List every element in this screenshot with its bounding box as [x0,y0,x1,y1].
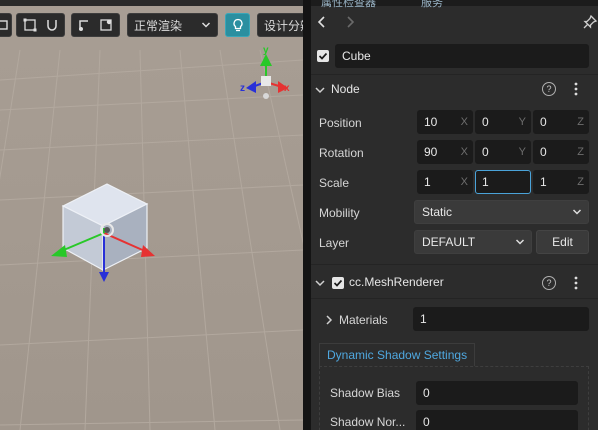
pivot-tools-group [71,13,120,37]
materials-label: Materials [339,313,388,327]
chevron-down-icon [315,87,325,94]
gizmo-z-cone[interactable] [246,81,256,93]
chevron-right-icon[interactable] [323,314,335,326]
position-x-input[interactable]: 10 X [417,110,473,134]
axis-z-label: Z [577,146,584,158]
shadow-bias-label: Shadow Bias [330,386,401,400]
mobility-value: Static [422,205,453,219]
forward-arrow-icon[interactable] [341,13,359,31]
lightbulb-icon [232,18,243,32]
history-nav-row [311,8,598,36]
node-active-checkbox[interactable] [317,50,329,62]
transform-handle[interactable] [45,200,175,290]
scale-z-value: 1 [540,175,547,189]
pivot-icon[interactable] [77,18,91,32]
rotation-x-input[interactable]: 90 X [417,140,473,164]
dynamic-shadow-settings-tab[interactable]: Dynamic Shadow Settings [319,343,475,366]
mesh-renderer-enabled-checkbox[interactable] [332,277,344,289]
mesh-renderer-title: cc.MeshRenderer [349,275,444,289]
mesh-renderer-section-header[interactable]: cc.MeshRenderer ? [311,267,598,297]
panel-splitter[interactable] [303,0,311,430]
rect-tool-icon [0,20,8,30]
render-mode-value: 正常渲染 [134,18,183,33]
render-mode-select[interactable]: 正常渲染 [127,13,218,37]
axis-z-label: Z [577,176,584,188]
divider [311,298,598,299]
axis-x-label: X [460,176,468,188]
mobility-select[interactable]: Static [414,200,589,224]
bounds-tool-icon[interactable] [23,18,37,32]
materials-count-input[interactable]: 1 [413,307,589,331]
transform-tools-group [16,13,65,37]
position-y-input[interactable]: 0Y [475,110,531,134]
layer-select[interactable]: DEFAULT [414,230,532,254]
coordinate-icon[interactable] [99,18,113,32]
chevron-down-icon [315,280,325,287]
node-name-input[interactable]: Cube [335,44,589,68]
chevron-down-icon [572,209,582,215]
rotation-z-input[interactable]: 0Z [533,140,589,164]
layer-label: Layer [319,236,350,250]
mobility-label: Mobility [319,206,360,220]
more-options-icon[interactable] [574,82,578,96]
gizmo-z-label: z [240,83,245,94]
help-icon[interactable]: ? [542,82,556,96]
scale-y-value: 1 [482,175,489,189]
rotation-label: Rotation [319,146,364,160]
scene-viewport[interactable]: 正常渲染 设计分辨率 y x z [0,0,303,430]
snap-magnet-icon[interactable] [45,18,59,32]
scene-top-strip [0,0,303,6]
inspector-panel: 属性检查器 服务 Cube Node ? Position 10 X 0Y 0Z … [311,0,598,430]
design-resolution-label: 设计分辨率 [264,18,303,33]
axis-y-label: Y [518,146,526,158]
scale-x-value: 1 [424,175,431,189]
chevron-down-icon [515,239,525,245]
design-resolution-button[interactable]: 设计分辨率 [257,13,303,37]
axis-x-label: X [460,116,468,128]
position-y-value: 0 [482,115,489,129]
rect-tool-button[interactable] [0,13,12,37]
shadow-normal-bias-label: Shadow Nor... [330,415,406,429]
node-section-header[interactable]: Node ? [311,74,598,104]
shadow-bias-input[interactable]: 0 [416,381,578,405]
axis-x-label: X [460,146,468,158]
back-arrow-icon[interactable] [313,13,331,31]
gizmo-x-label: x [284,83,290,94]
axis-z-label: Z [577,116,584,128]
rotation-x-value: 90 [424,145,438,159]
node-section-title: Node [331,82,360,96]
check-icon [318,52,328,60]
inspector-tab-strip: 属性检查器 服务 [311,0,598,9]
help-icon[interactable]: ? [542,276,556,290]
axis-y-label: Y [518,116,526,128]
layer-edit-button[interactable]: Edit [536,230,589,254]
pin-icon[interactable] [581,13,598,31]
position-x-value: 10 [424,115,438,129]
gizmo-y-label: y [263,45,269,56]
layer-value: DEFAULT [422,235,476,249]
more-options-icon[interactable] [574,276,578,290]
position-z-value: 0 [540,115,547,129]
node-name-row: Cube [311,42,598,70]
scene-light-button[interactable] [225,13,250,37]
position-label: Position [319,116,362,130]
divider [311,264,598,265]
rotation-y-value: 0 [482,145,489,159]
position-z-input[interactable]: 0Z [533,110,589,134]
scale-x-input[interactable]: 1X [417,170,473,194]
scale-label: Scale [319,176,350,190]
gizmo-neg-y[interactable] [263,93,269,99]
check-icon [333,279,343,287]
chevron-down-icon [201,22,211,28]
shadow-normal-bias-input[interactable]: 0 [416,410,578,430]
gizmo-center[interactable] [261,76,271,86]
dynamic-shadow-settings-panel: Shadow Bias 0 Shadow Nor... 0 [319,366,589,430]
scale-z-input[interactable]: 1Z [533,170,589,194]
rotation-y-input[interactable]: 0Y [475,140,531,164]
rotation-z-value: 0 [540,145,547,159]
scale-y-input[interactable]: 1 [475,170,531,194]
